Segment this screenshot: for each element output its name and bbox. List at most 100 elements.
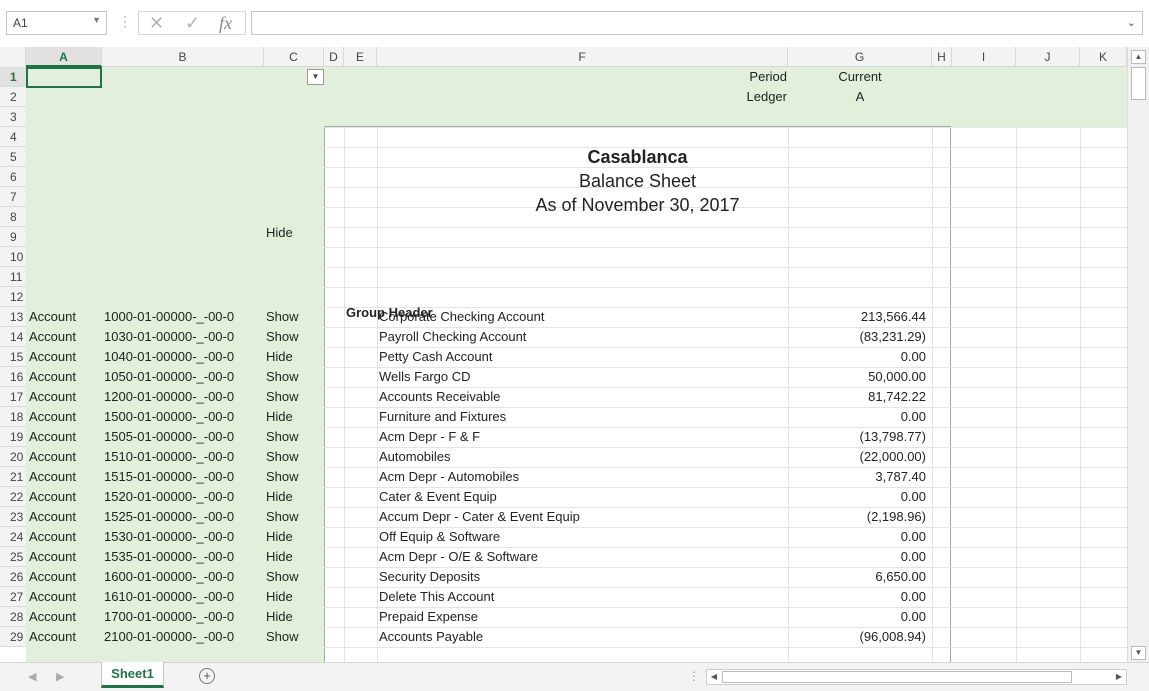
vertical-scrollbar[interactable]: ▲ ▼ bbox=[1127, 47, 1149, 662]
row-type-cell: Account bbox=[29, 309, 76, 324]
row-header-19[interactable]: 19 bbox=[0, 427, 26, 447]
row8-visibility: Hide bbox=[266, 225, 293, 240]
horizontal-scrollbar[interactable]: ◀ ▶ bbox=[706, 669, 1127, 685]
column-header-h[interactable]: H bbox=[932, 47, 952, 67]
ledger-value: A bbox=[855, 89, 865, 104]
column-header-i[interactable]: I bbox=[952, 47, 1016, 67]
row-header-20[interactable]: 20 bbox=[0, 447, 26, 467]
row-header-14[interactable]: 14 bbox=[0, 327, 26, 347]
report-title: Balance Sheet bbox=[578, 171, 697, 191]
row-header-8[interactable]: 8 bbox=[0, 207, 26, 227]
row-type-cell: Account bbox=[29, 569, 76, 584]
row-type-cell: Account bbox=[29, 329, 76, 344]
amount-cell: 0.00 bbox=[900, 549, 926, 564]
active-cell[interactable] bbox=[26, 67, 102, 88]
visibility-cell: Show bbox=[266, 509, 299, 524]
row-header-16[interactable]: 16 bbox=[0, 367, 26, 387]
insert-function-icon[interactable]: fx bbox=[219, 13, 232, 34]
account-name-cell: Petty Cash Account bbox=[379, 349, 493, 364]
split-handle-icon[interactable]: ⋮ bbox=[688, 669, 700, 683]
account-name-cell: Off Equip & Software bbox=[379, 529, 501, 544]
period-value: Current bbox=[838, 69, 882, 84]
row-header-24[interactable]: 24 bbox=[0, 527, 26, 547]
cancel-icon[interactable]: ✕ bbox=[149, 13, 164, 34]
visibility-cell: Show bbox=[266, 369, 299, 384]
row-type-cell: Account bbox=[29, 449, 76, 464]
scroll-left-icon[interactable]: ◀ bbox=[707, 670, 721, 684]
row-header-6[interactable]: 6 bbox=[0, 167, 26, 187]
account-name-cell: Accum Depr - Cater & Event Equip bbox=[379, 509, 580, 524]
row-header-28[interactable]: 28 bbox=[0, 607, 26, 627]
amount-cell: 3,787.40 bbox=[875, 469, 926, 484]
row-type-cell: Account bbox=[29, 349, 76, 364]
column-header-f[interactable]: F bbox=[377, 47, 788, 67]
sheet-tab-sheet1[interactable]: Sheet1 bbox=[101, 662, 164, 688]
hscroll-thumb[interactable] bbox=[722, 671, 1072, 683]
visibility-cell: Show bbox=[266, 569, 299, 584]
row-header-1[interactable]: 1 bbox=[0, 67, 26, 87]
account-number-cell: 1600-01-00000-_-00-0 bbox=[104, 569, 235, 584]
row-header-12[interactable]: 12 bbox=[0, 287, 26, 307]
account-number-cell: 1530-01-00000-_-00-0 bbox=[104, 529, 235, 544]
visibility-cell: Show bbox=[266, 449, 299, 464]
expand-formula-icon[interactable]: ⌄ bbox=[1127, 16, 1136, 29]
column-header-j[interactable]: J bbox=[1016, 47, 1080, 67]
name-box[interactable]: A1 ▼ bbox=[6, 11, 107, 35]
amount-cell: 0.00 bbox=[900, 349, 926, 364]
scroll-right-icon[interactable]: ▶ bbox=[1112, 670, 1126, 684]
column-header-a[interactable]: A bbox=[26, 47, 102, 67]
row-header-9[interactable]: 9 bbox=[0, 227, 26, 247]
row-type-cell: Account bbox=[29, 429, 76, 444]
row-header-13[interactable]: 13 bbox=[0, 307, 26, 327]
row-header-29[interactable]: 29 bbox=[0, 627, 26, 647]
visibility-cell: Show bbox=[266, 309, 299, 324]
account-name-cell: Furniture and Fixtures bbox=[379, 409, 507, 424]
account-name-cell: Acm Depr - Automobiles bbox=[379, 469, 520, 484]
visibility-cell: Show bbox=[266, 329, 299, 344]
column-header-e[interactable]: E bbox=[344, 47, 377, 67]
row-header-15[interactable]: 15 bbox=[0, 347, 26, 367]
filter-dropdown-icon[interactable]: ▼ bbox=[307, 69, 324, 85]
prev-sheet-icon[interactable]: ◀ bbox=[28, 670, 36, 683]
formula-input[interactable]: ⌄ bbox=[251, 11, 1143, 35]
account-name-cell: Corporate Checking Account bbox=[379, 309, 545, 324]
column-header-k[interactable]: K bbox=[1080, 47, 1127, 67]
column-header-b[interactable]: B bbox=[102, 47, 264, 67]
account-number-cell: 1505-01-00000-_-00-0 bbox=[104, 429, 235, 444]
row-header-3[interactable]: 3 bbox=[0, 107, 26, 127]
row-header-25[interactable]: 25 bbox=[0, 547, 26, 567]
scroll-up-icon[interactable]: ▲ bbox=[1131, 50, 1146, 64]
next-sheet-icon[interactable]: ▶ bbox=[56, 670, 64, 683]
visibility-cell: Hide bbox=[266, 489, 293, 504]
row-header-18[interactable]: 18 bbox=[0, 407, 26, 427]
scroll-thumb[interactable] bbox=[1131, 67, 1146, 100]
chevron-down-icon[interactable]: ▼ bbox=[92, 15, 101, 25]
account-number-cell: 1700-01-00000-_-00-0 bbox=[104, 609, 235, 624]
row-header-11[interactable]: 11 bbox=[0, 267, 26, 287]
row-header-22[interactable]: 22 bbox=[0, 487, 26, 507]
row-header-7[interactable]: 7 bbox=[0, 187, 26, 207]
row-header-26[interactable]: 26 bbox=[0, 567, 26, 587]
row-header-5[interactable]: 5 bbox=[0, 147, 26, 167]
add-sheet-icon[interactable]: + bbox=[199, 668, 215, 684]
worksheet-grid[interactable]: ▼ Period Current Ledger A Casablanca Bal… bbox=[26, 67, 1127, 662]
row-header-23[interactable]: 23 bbox=[0, 507, 26, 527]
visibility-cell: Show bbox=[266, 629, 299, 644]
name-box-value: A1 bbox=[13, 16, 28, 30]
row-header-17[interactable]: 17 bbox=[0, 387, 26, 407]
column-header-d[interactable]: D bbox=[324, 47, 344, 67]
scroll-down-icon[interactable]: ▼ bbox=[1131, 646, 1146, 660]
row-header-27[interactable]: 27 bbox=[0, 587, 26, 607]
column-header-g[interactable]: G bbox=[788, 47, 932, 67]
row-header-21[interactable]: 21 bbox=[0, 467, 26, 487]
row-header-2[interactable]: 2 bbox=[0, 87, 26, 107]
amount-cell: 0.00 bbox=[900, 589, 926, 604]
select-all-corner[interactable] bbox=[0, 47, 26, 67]
amount-cell: 0.00 bbox=[900, 529, 926, 544]
column-header-c[interactable]: C bbox=[264, 47, 324, 67]
account-number-cell: 1525-01-00000-_-00-0 bbox=[104, 509, 235, 524]
row-header-4[interactable]: 4 bbox=[0, 127, 26, 147]
enter-icon[interactable]: ✓ bbox=[185, 13, 200, 34]
row-header-10[interactable]: 10 bbox=[0, 247, 26, 267]
visibility-cell: Hide bbox=[266, 549, 293, 564]
